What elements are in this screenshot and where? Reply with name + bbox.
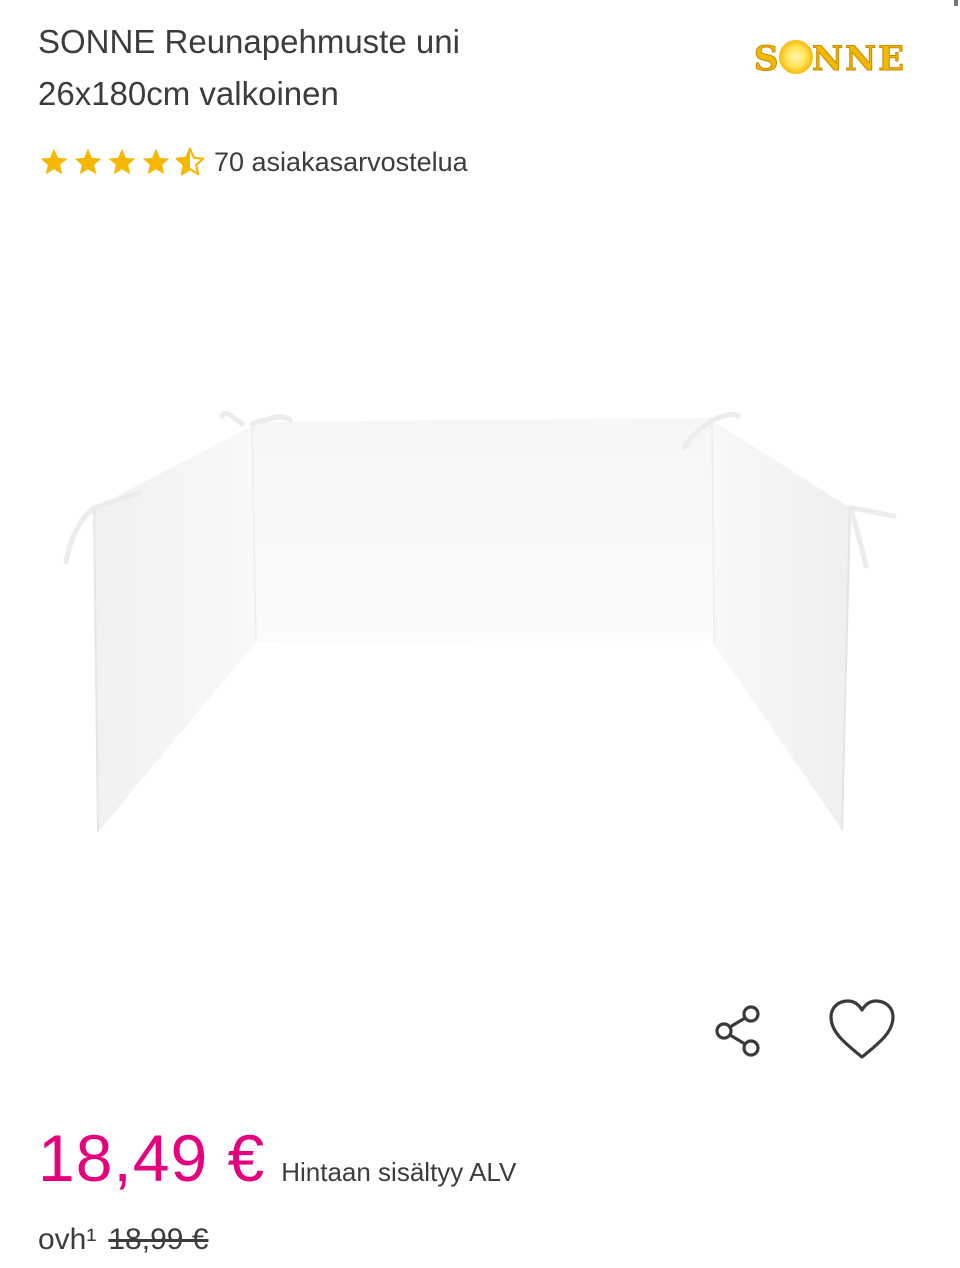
review-count-link[interactable]: 70 asiakasarvostelua (214, 147, 468, 178)
star-rating (38, 146, 206, 178)
svg-text:S: S (754, 39, 781, 76)
old-price-row: ovh¹ 18,99 € (38, 1218, 208, 1262)
product-title-line1: SONNE Reunapehmuste uni (38, 23, 460, 60)
price-row: 18,49 € Hintaan sisältyy ALV (38, 1120, 516, 1200)
old-price-label: ovh¹ (38, 1223, 97, 1256)
product-page: SONNE Reunapehmuste uni 26x180cm valkoin… (0, 0, 960, 1268)
product-title: SONNE Reunapehmuste uni 26x180cm valkoin… (38, 16, 678, 120)
share-icon (715, 1005, 760, 1057)
product-image[interactable] (0, 240, 960, 980)
heart-icon (829, 999, 895, 1059)
rating-summary[interactable]: 70 asiakasarvostelua (38, 140, 468, 184)
star-icon (142, 148, 170, 175)
half-star-icon (175, 147, 205, 176)
brand-logo[interactable]: S NNE (752, 38, 924, 77)
wishlist-button[interactable] (822, 992, 902, 1068)
star-icon (108, 148, 136, 175)
svg-text:NNE: NNE (812, 39, 906, 76)
old-price: 18,99 € (108, 1223, 209, 1256)
star-icon (40, 148, 68, 175)
current-price: 18,49 € (38, 1121, 266, 1195)
product-title-line2: 26x180cm valkoinen (38, 75, 339, 112)
star-icon (74, 148, 102, 175)
corner-indicator (954, 0, 958, 6)
vat-note: Hintaan sisältyy ALV (281, 1157, 517, 1187)
share-button[interactable] (704, 996, 772, 1064)
